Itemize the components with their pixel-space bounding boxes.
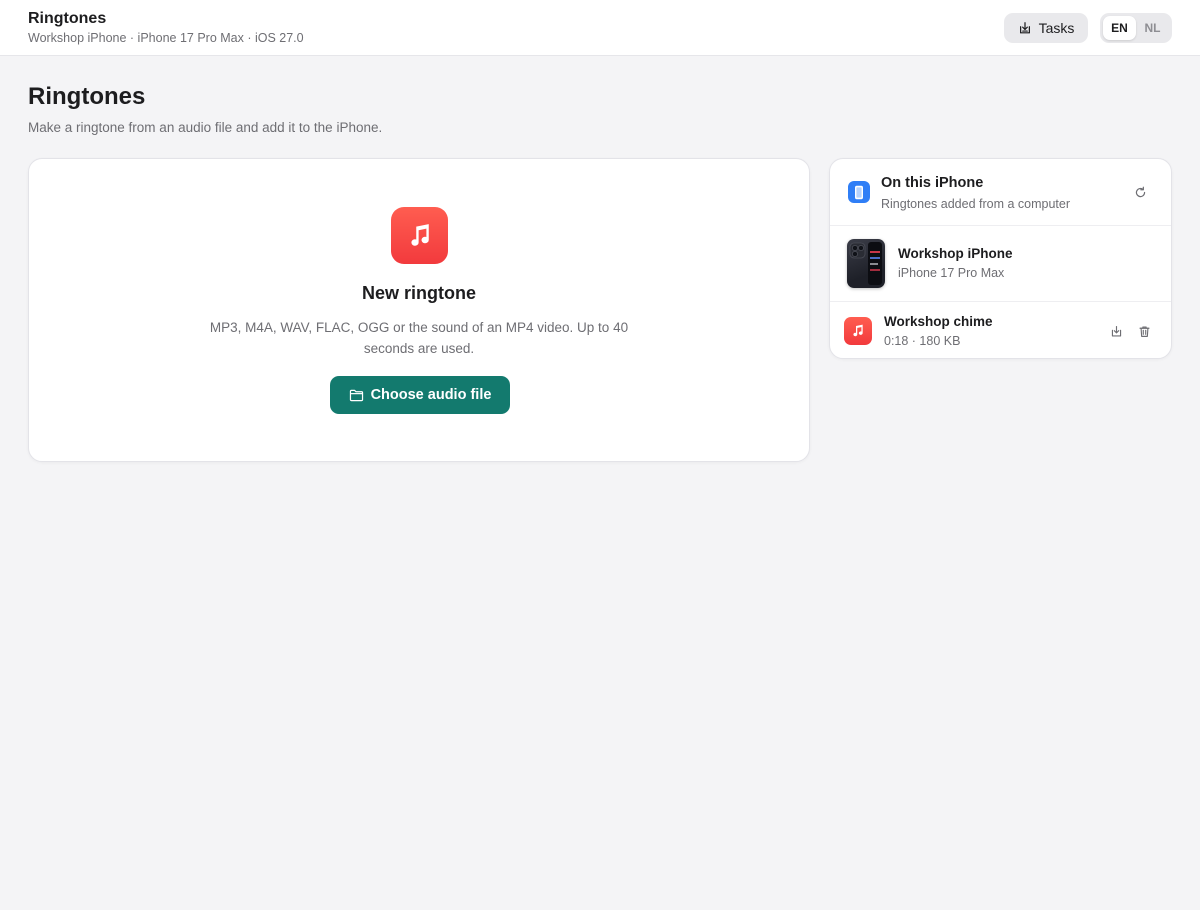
music-note-icon (844, 317, 872, 345)
device-name: Workshop iPhone (898, 246, 1013, 261)
language-switcher: EN NL (1100, 13, 1172, 43)
supported-formats-text: MP3, M4A, WAV, FLAC, OGG or the sound of… (209, 320, 629, 356)
choose-audio-file-button[interactable]: Choose audio file (330, 376, 510, 414)
panel-title: On this iPhone (881, 175, 984, 191)
page-description: Make a ringtone from an audio file and a… (28, 120, 383, 135)
trash-icon (1138, 325, 1151, 338)
new-ringtone-card: New ringtone MP3, M4A, WAV, FLAC, OGG or… (28, 158, 810, 462)
device-model: iPhone 17 Pro Max (898, 266, 1005, 280)
app-title: Ringtones (28, 10, 107, 27)
panel-divider (830, 301, 1171, 302)
ringtone-details: 0:18 · 180 KB (884, 334, 961, 348)
page-title: Ringtones (28, 83, 146, 110)
iphone-image (847, 239, 885, 288)
top-bar: Ringtones Workshop iPhone · iPhone 17 Pr… (0, 0, 1200, 56)
export-icon (1110, 325, 1123, 338)
choose-audio-file-label: Choose audio file (370, 387, 492, 403)
refresh-button[interactable] (1132, 184, 1148, 200)
panel-subtitle: Ringtones added from a computer (881, 197, 1070, 211)
tasks-button[interactable]: Tasks (1004, 13, 1088, 43)
folder-icon (349, 389, 364, 402)
music-note-icon (391, 207, 448, 264)
phone-icon (848, 181, 870, 203)
panel-divider (830, 225, 1171, 226)
language-option-en[interactable]: EN (1103, 16, 1136, 40)
delete-ringtone-button[interactable] (1136, 323, 1152, 339)
tasks-label: Tasks (1038, 20, 1075, 36)
download-tray-icon (1018, 21, 1032, 35)
export-ringtone-button[interactable] (1108, 323, 1124, 339)
on-this-iphone-panel: On this iPhone Ringtones added from a co… (829, 158, 1172, 359)
language-option-nl[interactable]: NL (1136, 16, 1169, 40)
refresh-icon (1134, 186, 1147, 199)
device-summary: Workshop iPhone · iPhone 17 Pro Max · iO… (28, 31, 304, 45)
ringtone-name: Workshop chime (884, 314, 993, 329)
new-ringtone-title: New ringtone (361, 283, 476, 303)
